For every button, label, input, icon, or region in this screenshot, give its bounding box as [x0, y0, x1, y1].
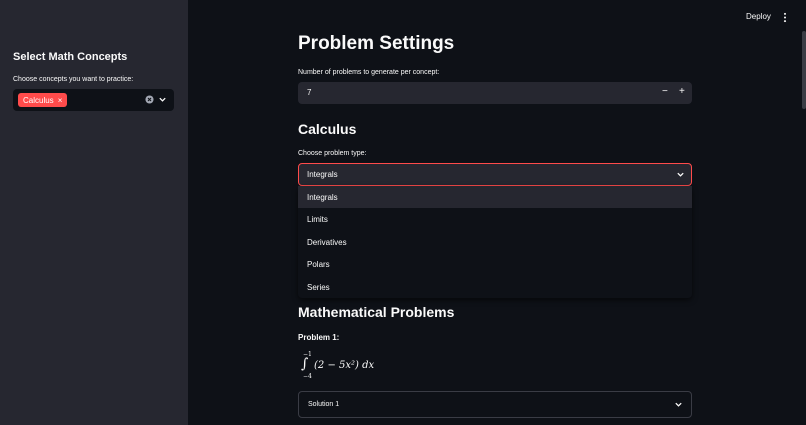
- problem-type-select[interactable]: Integrals: [298, 163, 692, 186]
- count-number-input[interactable]: 7 − +: [298, 82, 692, 104]
- main-content: Deploy Problem Settings Number of proble…: [188, 0, 806, 425]
- chip-label: Calculus: [23, 95, 54, 105]
- chevron-down-icon[interactable]: [676, 170, 685, 179]
- selected-type: Integrals: [307, 170, 338, 179]
- problem-type-label: Choose problem type:: [298, 150, 367, 157]
- chip-remove-icon[interactable]: ×: [58, 96, 63, 105]
- dropdown-option[interactable]: Integrals: [298, 186, 692, 208]
- count-label: Number of problems to generate per conce…: [298, 69, 440, 76]
- page-title: Problem Settings: [298, 33, 455, 54]
- selected-chip-calculus: Calculus ×: [18, 93, 68, 107]
- increment-button[interactable]: +: [679, 86, 685, 97]
- scrollbar[interactable]: [802, 31, 806, 109]
- dropdown-option[interactable]: Derivatives: [298, 231, 692, 253]
- kebab-menu-icon[interactable]: [782, 12, 788, 23]
- problem-1-label: Problem 1:: [298, 333, 340, 342]
- clear-icon[interactable]: [145, 95, 154, 104]
- problems-heading: Mathematical Problems: [298, 304, 455, 320]
- sidebar: Select Math Concepts Choose concepts you…: [0, 0, 188, 425]
- chevron-down-icon[interactable]: [674, 400, 683, 409]
- decrement-button[interactable]: −: [662, 86, 668, 97]
- integral-lower-limit: −4: [303, 373, 312, 380]
- chevron-down-icon[interactable]: [158, 95, 167, 104]
- concepts-label: Choose concepts you want to practice:: [13, 76, 134, 83]
- sidebar-heading: Select Math Concepts: [13, 51, 128, 63]
- concepts-multiselect[interactable]: Calculus ×: [13, 89, 174, 111]
- count-value[interactable]: 7: [307, 88, 311, 97]
- problem-type-dropdown: Integrals Limits Derivatives Polars Seri…: [298, 186, 692, 298]
- integral-sign: ∫: [301, 356, 309, 372]
- integrand: (2 − 5x²) dx: [314, 360, 375, 371]
- dropdown-option[interactable]: Polars: [298, 253, 692, 275]
- dropdown-option[interactable]: Series: [298, 276, 692, 298]
- dropdown-option[interactable]: Limits: [298, 208, 692, 230]
- solution-1-expander[interactable]: Solution 1: [298, 391, 692, 418]
- problem-1-formula: −1 ∫ −4 (2 − 5x²) dx: [298, 351, 418, 381]
- solution-1-label: Solution 1: [308, 401, 340, 408]
- deploy-button[interactable]: Deploy: [746, 12, 771, 21]
- calculus-heading: Calculus: [298, 121, 357, 137]
